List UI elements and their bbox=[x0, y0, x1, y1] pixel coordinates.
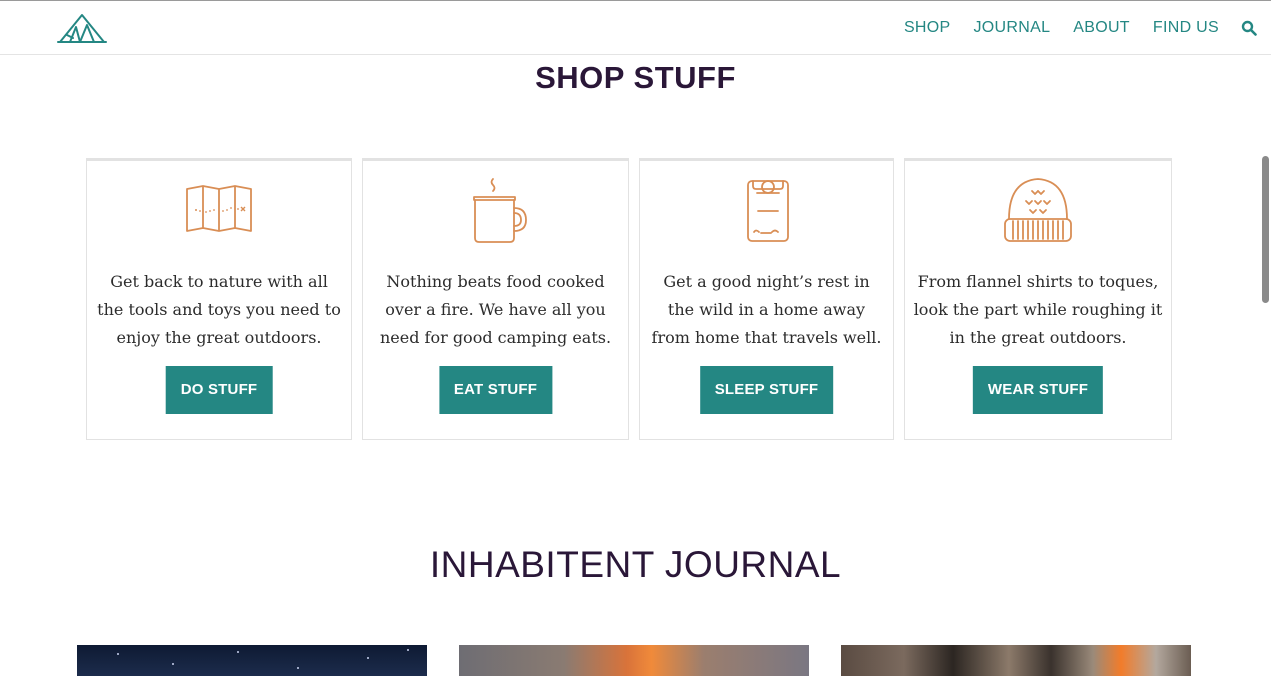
sleep-stuff-button[interactable]: SLEEP STUFF bbox=[699, 366, 834, 414]
card-description: From flannel shirts to toques, look the … bbox=[913, 272, 1163, 347]
tent-logo-icon[interactable] bbox=[57, 11, 107, 45]
shop-card-eat: Nothing beats food cooked over a fire. W… bbox=[362, 158, 629, 440]
nav-shop[interactable]: SHOP bbox=[904, 19, 951, 37]
shop-card-do: Get back to nature with all the tools an… bbox=[86, 158, 352, 440]
journal-section-title: INHABITENT JOURNAL bbox=[429, 544, 842, 585]
journal-image-night-sky[interactable] bbox=[77, 645, 427, 676]
journal-image-firewood[interactable] bbox=[841, 645, 1191, 676]
map-icon bbox=[186, 185, 252, 232]
card-description: Get back to nature with all the tools an… bbox=[97, 272, 341, 347]
journal-image-campfire[interactable] bbox=[459, 645, 809, 676]
nav-find-us[interactable]: FIND US bbox=[1153, 19, 1219, 37]
shop-section-title: SHOP STUFF bbox=[535, 60, 736, 95]
eat-stuff-button[interactable]: EAT STUFF bbox=[438, 366, 553, 414]
page: SHOP JOURNAL ABOUT FIND US SHOP STUFF Ge… bbox=[0, 0, 1271, 676]
do-stuff-button[interactable]: DO STUFF bbox=[165, 366, 273, 414]
mug-icon bbox=[472, 178, 527, 243]
shop-card-wear: From flannel shirts to toques, look the … bbox=[904, 158, 1172, 440]
sleeping-bag-icon bbox=[746, 180, 789, 242]
nav-journal[interactable]: JOURNAL bbox=[973, 19, 1050, 37]
toque-icon bbox=[1004, 178, 1072, 242]
card-description: Get a good night’s rest in the wild in a… bbox=[651, 272, 882, 347]
shop-card-sleep: Get a good night’s rest in the wild in a… bbox=[639, 158, 894, 440]
wear-stuff-button[interactable]: WEAR STUFF bbox=[972, 366, 1104, 414]
scrollbar-thumb[interactable] bbox=[1262, 156, 1269, 303]
main-nav: SHOP JOURNAL ABOUT FIND US bbox=[881, 19, 1257, 37]
site-header: SHOP JOURNAL ABOUT FIND US bbox=[0, 0, 1271, 55]
nav-about[interactable]: ABOUT bbox=[1073, 19, 1130, 37]
card-description: Nothing beats food cooked over a fire. W… bbox=[379, 272, 612, 347]
search-icon[interactable] bbox=[1241, 20, 1257, 36]
